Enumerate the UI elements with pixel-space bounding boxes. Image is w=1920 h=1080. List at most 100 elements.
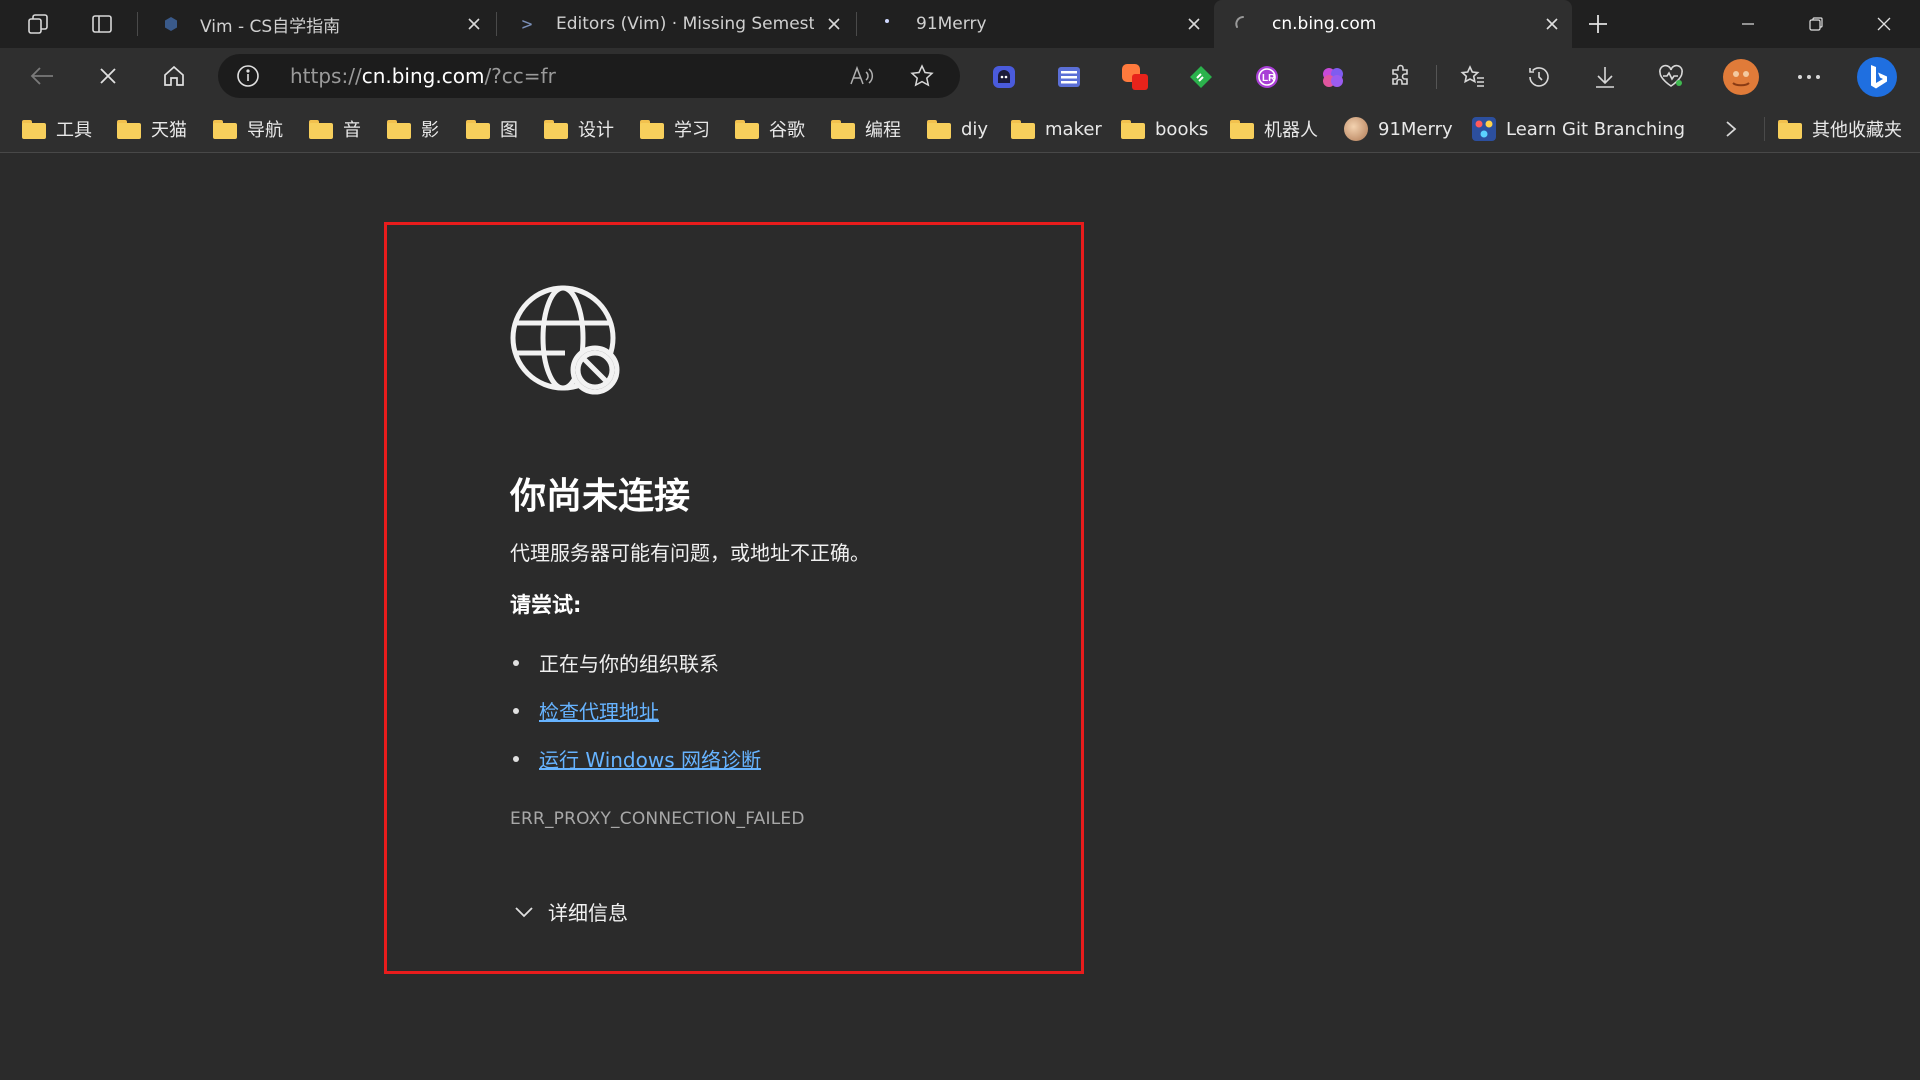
bookmark-label: 其他收藏夹 (1812, 120, 1902, 141)
error-code: ERR_PROXY_CONNECTION_FAILED (510, 809, 805, 829)
bullet (513, 707, 519, 714)
merry-avatar-icon (1344, 117, 1368, 141)
workspaces-icon[interactable] (6, 0, 70, 48)
bookmark-folder[interactable]: 天猫 (117, 105, 187, 153)
bing-copilot-icon[interactable] (1856, 56, 1898, 98)
favorite-star-icon[interactable] (906, 62, 938, 90)
other-favorites-folder[interactable]: 其他收藏夹 (1778, 105, 1902, 153)
error-title: 你尚未连接 (510, 476, 691, 517)
folder-icon (213, 119, 237, 139)
close-tab-icon[interactable] (1174, 0, 1214, 48)
new-tab-icon[interactable] (1566, 0, 1630, 48)
bullet (513, 659, 519, 666)
bookmark-label: 谷歌 (769, 120, 805, 141)
bookmark-label: 影 (421, 120, 439, 141)
suggestion-item: 运行 Windows 网络诊断 (510, 744, 761, 773)
stop-loading-icon[interactable] (86, 56, 130, 96)
browser-essentials-icon[interactable] (1656, 62, 1686, 92)
svg-text:LR: LR (1262, 73, 1276, 84)
close-window-icon[interactable] (1850, 0, 1918, 48)
address-bar[interactable]: https://cn.bing.com/?cc=fr (218, 54, 960, 98)
toolbar-divider (1436, 65, 1437, 89)
folder-icon (1011, 119, 1035, 139)
error-description: 代理服务器可能有问题，或地址不正确。 (510, 541, 870, 565)
tab-91merry[interactable]: 91Merry (858, 0, 1214, 48)
bookmark-label: diy (961, 118, 989, 140)
extension-reader-icon[interactable] (1054, 62, 1084, 92)
bookmark-label: maker (1045, 118, 1102, 140)
extension-feedly-icon[interactable] (1186, 62, 1216, 92)
url-text[interactable]: https://cn.bing.com/?cc=fr (290, 54, 556, 98)
network-diagnostics-link[interactable]: 运行 Windows 网络诊断 (539, 744, 761, 773)
bookmark-label: 图 (500, 120, 518, 141)
bookmarks-bar: 工具 天猫 导航 音 影 图 设计 学习 谷歌 编程 diy maker boo… (0, 105, 1920, 153)
bookmark-folder[interactable]: diy (927, 105, 988, 153)
downloads-icon[interactable] (1590, 62, 1620, 92)
tab-missing-semester[interactable]: > Editors (Vim) · Missing Semester (498, 0, 854, 48)
tab-divider (137, 12, 138, 36)
tab-cn-bing[interactable]: cn.bing.com (1214, 0, 1572, 48)
extension-brain-icon[interactable] (1318, 62, 1348, 92)
url-path: /?cc=fr (484, 64, 556, 88)
bookmark-folder[interactable]: 工具 (22, 105, 92, 153)
extension-office-icon[interactable] (1120, 62, 1150, 92)
bookmark-folder[interactable]: 学习 (640, 105, 710, 153)
extension-ghost-icon[interactable] (989, 62, 1019, 92)
bookmark-folder[interactable]: 设计 (544, 105, 614, 153)
globe-blocked-icon (510, 285, 620, 395)
bookmarks-overflow-chevron-icon[interactable] (1724, 105, 1738, 153)
suggestion-text: 正在与你的组织联系 (539, 652, 719, 676)
tab-title: Vim - CS自学指南 (200, 16, 341, 37)
folder-icon (117, 119, 141, 139)
page-content: 你尚未连接 代理服务器可能有问题，或地址不正确。 请尝试: 正在与你的组织联系 … (0, 154, 1920, 1080)
bookmark-folder[interactable]: 编程 (831, 105, 901, 153)
vertical-tabs-icon[interactable] (70, 0, 134, 48)
close-tab-icon[interactable] (454, 0, 494, 48)
extensions-puzzle-icon[interactable] (1386, 62, 1416, 92)
tab-title: 91Merry (916, 14, 987, 34)
tab-vim-cs-guide[interactable]: Vim - CS自学指南 (142, 0, 494, 48)
restore-icon[interactable] (1782, 0, 1850, 48)
bookmark-folder[interactable]: maker (1011, 105, 1102, 153)
url-host: cn.bing.com (361, 64, 485, 88)
folder-icon (1230, 119, 1254, 139)
bookmark-folder[interactable]: 谷歌 (735, 105, 805, 153)
extension-lr-icon[interactable]: LR (1252, 62, 1282, 92)
details-toggle[interactable]: 详细信息 (510, 897, 628, 926)
site-info-icon[interactable] (236, 64, 260, 88)
folder-icon (22, 119, 46, 139)
read-aloud-icon[interactable] (846, 62, 878, 90)
tab-divider (496, 12, 497, 36)
folder-icon (544, 119, 568, 139)
close-tab-icon[interactable] (814, 0, 854, 48)
chevron-down-icon (510, 898, 538, 926)
bookmark-site[interactable]: 91Merry (1344, 105, 1453, 153)
bookmark-folder[interactable]: 影 (387, 105, 439, 153)
bookmark-site[interactable]: Learn Git Branching (1472, 105, 1685, 153)
bookmark-label: 机器人 (1264, 120, 1318, 141)
cube-icon (162, 15, 180, 33)
check-proxy-link[interactable]: 检查代理地址 (539, 696, 659, 725)
minimize-icon[interactable] (1714, 0, 1782, 48)
back-arrow-icon[interactable] (20, 56, 64, 96)
suggestion-item: 检查代理地址 (510, 696, 659, 725)
home-icon[interactable] (152, 56, 196, 96)
history-icon[interactable] (1524, 62, 1554, 92)
favorites-list-icon[interactable] (1458, 62, 1488, 92)
try-heading: 请尝试: (510, 593, 582, 617)
more-options-icon[interactable] (1794, 62, 1824, 92)
profile-avatar[interactable] (1722, 58, 1760, 96)
bookmark-folder[interactable]: 音 (309, 105, 361, 153)
details-label: 详细信息 (548, 901, 628, 925)
bookmark-label: books (1155, 118, 1209, 140)
bookmark-folder[interactable]: 导航 (213, 105, 283, 153)
git-branching-icon (1472, 117, 1496, 141)
folder-icon (927, 119, 951, 139)
bookmark-folder[interactable]: books (1121, 105, 1208, 153)
bookmark-folder[interactable]: 图 (466, 105, 518, 153)
bookmark-folder[interactable]: 机器人 (1230, 105, 1318, 153)
bullet (513, 755, 519, 762)
folder-icon (1121, 119, 1145, 139)
error-panel: 你尚未连接 代理服务器可能有问题，或地址不正确。 请尝试: 正在与你的组织联系 … (384, 222, 1084, 974)
suggestion-item: 正在与你的组织联系 (510, 648, 719, 677)
